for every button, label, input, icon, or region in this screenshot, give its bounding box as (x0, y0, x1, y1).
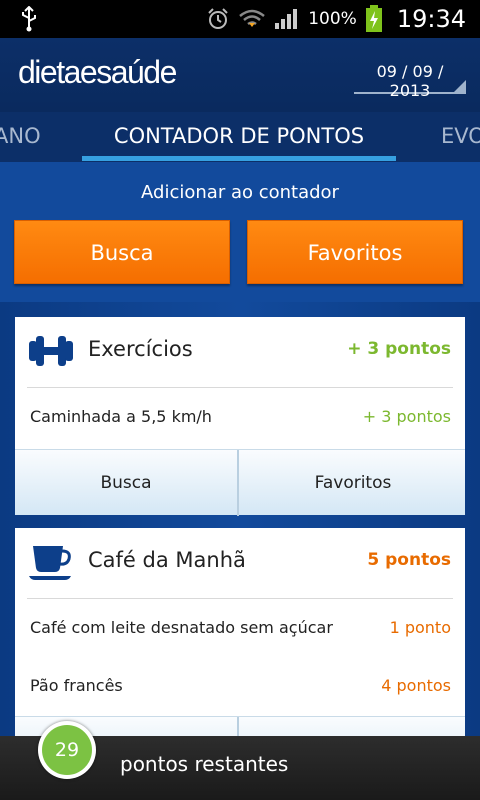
remaining-points-badge: 29 (38, 721, 96, 779)
add-label: Adicionar ao contador (141, 182, 339, 203)
active-tab-indicator (82, 156, 396, 161)
item-label: Café com leite desnatado sem açúcar (30, 618, 333, 637)
divider (27, 598, 453, 599)
divider (27, 387, 453, 388)
card-favorites-button[interactable]: Favoritos (241, 450, 465, 516)
dumbbell-icon (29, 336, 73, 366)
card-search-button[interactable]: Busca (15, 450, 239, 516)
coffee-cup-icon (29, 546, 71, 580)
battery-charging-icon (365, 5, 382, 32)
signal-icon (275, 9, 298, 29)
item-label: Caminhada a 5,5 km/h (30, 407, 212, 426)
card-header[interactable]: Exercícios + 3 pontos (15, 317, 465, 387)
item-label: Pão francês (30, 676, 123, 695)
list-item[interactable]: Pão francês 4 pontos (15, 658, 465, 714)
search-button[interactable]: Busca (14, 220, 230, 284)
card-favorites-button[interactable] (241, 717, 465, 736)
remaining-count: 29 (42, 725, 92, 775)
card-points: + 3 pontos (347, 339, 451, 359)
status-bar: 100% 19:34 (0, 0, 480, 38)
card-header[interactable]: Café da Manhã 5 pontos (15, 528, 465, 598)
item-points: 4 pontos (381, 676, 451, 695)
tab-contador-de-pontos[interactable]: CONTADOR DE PONTOS (82, 124, 396, 148)
tab-plano[interactable]: ANO (0, 124, 41, 148)
card-title: Café da Manhã (88, 548, 246, 572)
list-item[interactable]: Caminhada a 5,5 km/h + 3 pontos (15, 389, 465, 445)
remaining-label: pontos restantes (120, 752, 289, 776)
date-value: 09 / 09 / 2013 (376, 62, 444, 100)
card-points: 5 pontos (367, 550, 451, 570)
add-section: Adicionar ao contador Busca Favoritos (0, 162, 480, 302)
favorites-button[interactable]: Favoritos (247, 220, 463, 284)
item-points: + 3 pontos (362, 407, 451, 426)
list-item[interactable]: Café com leite desnatado sem açúcar 1 po… (15, 600, 465, 656)
item-points: 1 ponto (389, 618, 451, 637)
cards-list[interactable]: Exercícios + 3 pontos Caminhada a 5,5 km… (0, 302, 480, 736)
usb-icon (22, 6, 36, 32)
card-breakfast: Café da Manhã 5 pontos Café com leite de… (15, 528, 465, 736)
status-time: 19:34 (396, 5, 466, 33)
card-buttons: Busca Favoritos (15, 449, 465, 516)
wifi-icon (239, 9, 266, 27)
alarm-icon (208, 8, 228, 29)
tab-bar: ANO CONTADOR DE PONTOS EVO (0, 112, 480, 162)
card-exercises: Exercícios + 3 pontos Caminhada a 5,5 km… (15, 317, 465, 516)
dropdown-corner-icon (454, 80, 466, 92)
battery-percent: 100% (308, 9, 357, 29)
date-picker[interactable]: 09 / 09 / 2013 (354, 62, 466, 100)
card-title: Exercícios (88, 337, 193, 361)
app-logo: dietaesaúde (18, 54, 177, 90)
app-header: dietaesaúde 09 / 09 / 2013 (0, 38, 480, 112)
tab-evolucao[interactable]: EVO (441, 124, 480, 148)
